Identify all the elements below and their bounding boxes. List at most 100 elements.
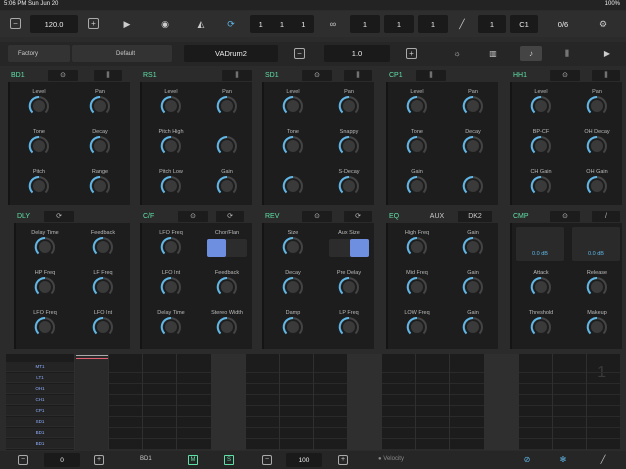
hh1-knob-level[interactable]: Level (518, 88, 564, 116)
bd1-knob-decay[interactable]: Decay (77, 128, 123, 156)
loop-icon[interactable]: ⟳ (224, 17, 238, 31)
track-label-1[interactable]: MT1 (6, 362, 74, 372)
rev-knob-lp-freq[interactable]: LP Freq (326, 309, 372, 337)
brightness-icon[interactable]: ☼ (446, 46, 468, 61)
value-increase-button[interactable]: + (406, 48, 417, 59)
metronome-icon[interactable]: ◭ (194, 17, 208, 31)
eq-knob-gain[interactable]: Gain (450, 229, 496, 257)
bd1-knob-pitch[interactable]: Pitch (16, 168, 62, 196)
cf-name[interactable]: C/F (143, 213, 154, 220)
rev-knob-decay[interactable]: Decay (270, 269, 316, 297)
bd1-knob-level[interactable]: Level (16, 88, 62, 116)
rs1-knob-pitch-low[interactable]: Pitch Low (148, 168, 194, 196)
loop-end-display[interactable]: 1 (418, 15, 448, 33)
hh1-knob-ch-gain[interactable]: CH Gain (518, 168, 564, 196)
cf-header-button-1[interactable]: ⊙ (178, 211, 208, 222)
hh1-name[interactable]: HH1 (513, 72, 527, 79)
bottom-value-display[interactable]: 0 (44, 453, 80, 467)
link-icon[interactable]: ∞ (326, 17, 340, 31)
loop-length-display[interactable]: 1 (384, 15, 414, 33)
settings-icon[interactable]: ⚙ (596, 17, 610, 31)
bd1-name[interactable]: BD1 (11, 72, 25, 79)
sd1-knob-level[interactable]: Level (270, 88, 316, 116)
dly-knob-lfo-int[interactable]: LFO Int (80, 309, 126, 337)
eq-tab-aux[interactable]: AUX (420, 211, 454, 222)
cf-knob-delay-time[interactable]: Delay Time (148, 309, 194, 337)
velocity-value-display[interactable]: 100 (286, 453, 322, 467)
track-label-2[interactable]: LT1 (6, 373, 74, 383)
solo-button[interactable]: S (224, 455, 234, 465)
dly-knob-lf-freq[interactable]: LF Freq (80, 269, 126, 297)
cp1-knob-pan[interactable]: Pan (450, 88, 496, 116)
bottom-decrease-button[interactable]: − (18, 455, 28, 465)
hh1-header-button-2[interactable]: ⫼ (592, 70, 620, 81)
position-display[interactable]: 1 1 1 (250, 15, 314, 33)
play-icon[interactable]: ▶ (120, 17, 134, 31)
eq-name[interactable]: EQ (389, 213, 399, 220)
tempo-display[interactable]: 120.0 (30, 15, 78, 33)
bottom-increase-button[interactable]: + (94, 455, 104, 465)
dly-knob-hp-freq[interactable]: HP Freq (22, 269, 68, 297)
bd1-header-button-1[interactable]: ⊙ (48, 70, 78, 81)
cmp-knob-attack[interactable]: Attack (518, 269, 564, 297)
cp1-knob-unlabeled-21[interactable] (450, 168, 496, 196)
rs1-knob-level[interactable]: Level (148, 88, 194, 116)
rev-knob-damp[interactable]: Damp (270, 309, 316, 337)
cp1-knob-gain[interactable]: Gain (394, 168, 440, 196)
hh1-knob-pan[interactable]: Pan (574, 88, 620, 116)
factory-button[interactable]: Factory (8, 45, 70, 62)
rev-knob-pre-delay[interactable]: Pre Delay (326, 269, 372, 297)
cmp-header-button-2[interactable]: / (592, 211, 620, 222)
bd1-header-button-2[interactable]: ⫼ (94, 70, 122, 81)
dly-knob-feedback[interactable]: Feedback (80, 229, 126, 257)
rs1-knob-gain[interactable]: Gain (204, 168, 250, 196)
pencil-icon[interactable]: ╱ (455, 17, 469, 31)
track-label-8[interactable]: BD1 (6, 439, 74, 449)
piano-icon[interactable]: ▥ (482, 46, 504, 61)
rs1-knob-pan[interactable]: Pan (204, 88, 250, 116)
record-icon[interactable]: ◉ (158, 17, 172, 31)
cmp-knob-makeup[interactable]: Makeup (574, 309, 620, 337)
default-button[interactable]: Default (72, 45, 172, 62)
mute-speaker-icon[interactable]: ⊘ (520, 454, 534, 466)
hh1-knob-bp-cf[interactable]: BP-CF (518, 128, 564, 156)
play-pattern-icon[interactable]: ▶ (596, 46, 618, 61)
pencil-edit-icon[interactable]: ╱ (596, 454, 610, 466)
cmp-knob-release[interactable]: Release (574, 269, 620, 297)
sd1-knob-unlabeled-20[interactable] (270, 168, 316, 196)
sd1-header-button-1[interactable]: ⊙ (302, 70, 332, 81)
tempo-decrease-button[interactable]: − (10, 18, 21, 29)
dly-header-button-1[interactable]: ⟳ (44, 211, 74, 222)
rs1-knob-pitch-high[interactable]: Pitch High (148, 128, 194, 156)
rev-knob-aux-size[interactable]: Aux Size (326, 229, 372, 257)
rev-knob-size[interactable]: Size (270, 229, 316, 257)
bd1-knob-pan[interactable]: Pan (77, 88, 123, 116)
eq-knob-low-freq[interactable]: LOW Freq (394, 309, 440, 337)
eq-knob-mid-freq[interactable]: Mid Freq (394, 269, 440, 297)
loop-start-display[interactable]: 1 (350, 15, 380, 33)
track-name[interactable]: BD1 (140, 456, 152, 462)
eq-knob-gain[interactable]: Gain (450, 269, 496, 297)
eq-tab-dk2[interactable]: DK2 (458, 211, 492, 222)
bd1-knob-range[interactable]: Range (77, 168, 123, 196)
rs1-name[interactable]: RS1 (143, 72, 157, 79)
dly-knob-lfo-freq[interactable]: LFO Freq (22, 309, 68, 337)
tempo-increase-button[interactable]: + (88, 18, 99, 29)
cmp-name[interactable]: CMP (513, 213, 529, 220)
note-display[interactable]: C1 (510, 15, 538, 33)
rev-header-button-1[interactable]: ⊙ (302, 211, 332, 222)
velocity-increase-button[interactable]: + (338, 455, 348, 465)
cf-knob-lfo-freq[interactable]: LFO Freq (148, 229, 194, 257)
value-decrease-button[interactable]: − (294, 48, 305, 59)
hh1-knob-oh-gain[interactable]: OH Gain (574, 168, 620, 196)
velocity-decrease-button[interactable]: − (262, 455, 272, 465)
cf-knob-feedback[interactable]: Feedback (204, 269, 250, 297)
rs1-header-button-1[interactable]: ⫼ (222, 70, 252, 81)
sd1-header-button-2[interactable]: ⫼ (344, 70, 372, 81)
cp1-header-button-1[interactable]: ⫼ (416, 70, 446, 81)
bd1-knob-tone[interactable]: Tone (16, 128, 62, 156)
sd1-knob-snappy[interactable]: Snappy (326, 128, 372, 156)
sd1-knob-s-decay[interactable]: S-Decay (326, 168, 372, 196)
value-display[interactable]: 1.0 (324, 45, 390, 62)
rev-toggle[interactable] (329, 239, 369, 257)
